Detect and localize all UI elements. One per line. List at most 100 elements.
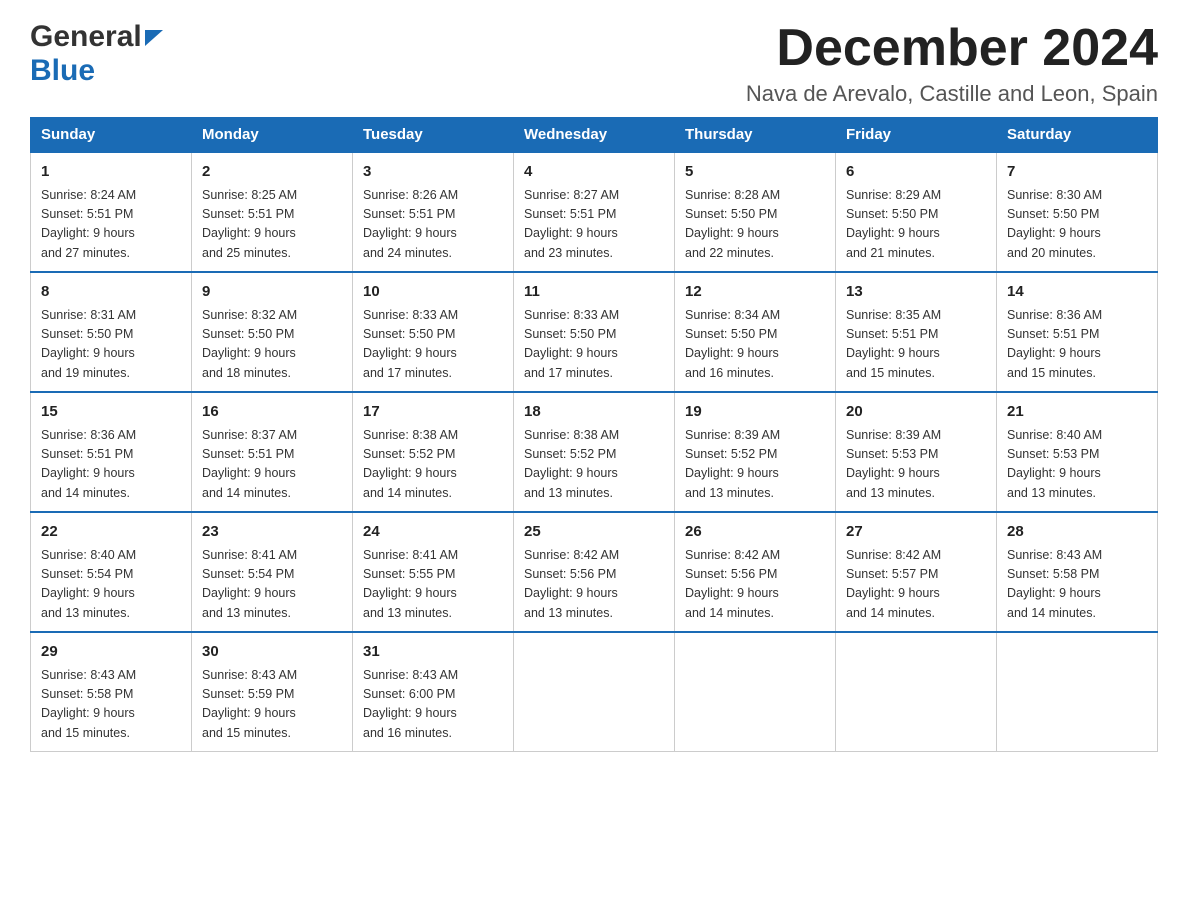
column-header-wednesday: Wednesday	[514, 118, 675, 153]
calendar-cell: 14Sunrise: 8:36 AM Sunset: 5:51 PM Dayli…	[997, 272, 1158, 392]
day-info: Sunrise: 8:41 AM Sunset: 5:55 PM Dayligh…	[363, 546, 503, 624]
day-number: 18	[524, 401, 664, 424]
logo-general: General	[30, 20, 142, 54]
day-info: Sunrise: 8:39 AM Sunset: 5:52 PM Dayligh…	[685, 426, 825, 504]
day-info: Sunrise: 8:32 AM Sunset: 5:50 PM Dayligh…	[202, 306, 342, 384]
day-info: Sunrise: 8:36 AM Sunset: 5:51 PM Dayligh…	[1007, 306, 1147, 384]
day-info: Sunrise: 8:37 AM Sunset: 5:51 PM Dayligh…	[202, 426, 342, 504]
day-info: Sunrise: 8:25 AM Sunset: 5:51 PM Dayligh…	[202, 186, 342, 264]
calendar-cell: 31Sunrise: 8:43 AM Sunset: 6:00 PM Dayli…	[353, 632, 514, 752]
day-info: Sunrise: 8:31 AM Sunset: 5:50 PM Dayligh…	[41, 306, 181, 384]
day-number: 23	[202, 521, 342, 544]
day-number: 31	[363, 641, 503, 664]
calendar-cell: 2Sunrise: 8:25 AM Sunset: 5:51 PM Daylig…	[192, 152, 353, 272]
calendar-cell: 16Sunrise: 8:37 AM Sunset: 5:51 PM Dayli…	[192, 392, 353, 512]
page-header: General Blue December 2024 Nava de Areva…	[30, 20, 1158, 107]
calendar-week-2: 8Sunrise: 8:31 AM Sunset: 5:50 PM Daylig…	[31, 272, 1158, 392]
day-info: Sunrise: 8:42 AM Sunset: 5:56 PM Dayligh…	[524, 546, 664, 624]
calendar-cell: 29Sunrise: 8:43 AM Sunset: 5:58 PM Dayli…	[31, 632, 192, 752]
calendar-cell: 4Sunrise: 8:27 AM Sunset: 5:51 PM Daylig…	[514, 152, 675, 272]
calendar-body: 1Sunrise: 8:24 AM Sunset: 5:51 PM Daylig…	[31, 152, 1158, 752]
day-number: 19	[685, 401, 825, 424]
column-header-monday: Monday	[192, 118, 353, 153]
calendar-header: SundayMondayTuesdayWednesdayThursdayFrid…	[31, 118, 1158, 153]
calendar-cell: 21Sunrise: 8:40 AM Sunset: 5:53 PM Dayli…	[997, 392, 1158, 512]
calendar-cell: 20Sunrise: 8:39 AM Sunset: 5:53 PM Dayli…	[836, 392, 997, 512]
day-info: Sunrise: 8:39 AM Sunset: 5:53 PM Dayligh…	[846, 426, 986, 504]
column-header-saturday: Saturday	[997, 118, 1158, 153]
day-number: 22	[41, 521, 181, 544]
day-number: 28	[1007, 521, 1147, 544]
column-header-friday: Friday	[836, 118, 997, 153]
logo-arrow-icon	[145, 30, 163, 51]
day-info: Sunrise: 8:36 AM Sunset: 5:51 PM Dayligh…	[41, 426, 181, 504]
calendar-cell: 15Sunrise: 8:36 AM Sunset: 5:51 PM Dayli…	[31, 392, 192, 512]
calendar-cell: 22Sunrise: 8:40 AM Sunset: 5:54 PM Dayli…	[31, 512, 192, 632]
main-title: December 2024	[746, 20, 1158, 77]
calendar-cell: 13Sunrise: 8:35 AM Sunset: 5:51 PM Dayli…	[836, 272, 997, 392]
day-number: 24	[363, 521, 503, 544]
calendar-cell: 9Sunrise: 8:32 AM Sunset: 5:50 PM Daylig…	[192, 272, 353, 392]
logo: General Blue	[30, 20, 163, 88]
day-info: Sunrise: 8:41 AM Sunset: 5:54 PM Dayligh…	[202, 546, 342, 624]
day-info: Sunrise: 8:26 AM Sunset: 5:51 PM Dayligh…	[363, 186, 503, 264]
calendar-cell: 11Sunrise: 8:33 AM Sunset: 5:50 PM Dayli…	[514, 272, 675, 392]
calendar-cell: 17Sunrise: 8:38 AM Sunset: 5:52 PM Dayli…	[353, 392, 514, 512]
calendar-cell	[514, 632, 675, 752]
column-header-sunday: Sunday	[31, 118, 192, 153]
calendar-cell	[675, 632, 836, 752]
calendar-cell: 24Sunrise: 8:41 AM Sunset: 5:55 PM Dayli…	[353, 512, 514, 632]
day-info: Sunrise: 8:35 AM Sunset: 5:51 PM Dayligh…	[846, 306, 986, 384]
day-info: Sunrise: 8:27 AM Sunset: 5:51 PM Dayligh…	[524, 186, 664, 264]
calendar-cell: 10Sunrise: 8:33 AM Sunset: 5:50 PM Dayli…	[353, 272, 514, 392]
day-info: Sunrise: 8:43 AM Sunset: 5:59 PM Dayligh…	[202, 666, 342, 744]
day-info: Sunrise: 8:33 AM Sunset: 5:50 PM Dayligh…	[363, 306, 503, 384]
calendar-cell: 1Sunrise: 8:24 AM Sunset: 5:51 PM Daylig…	[31, 152, 192, 272]
day-info: Sunrise: 8:33 AM Sunset: 5:50 PM Dayligh…	[524, 306, 664, 384]
day-info: Sunrise: 8:29 AM Sunset: 5:50 PM Dayligh…	[846, 186, 986, 264]
day-number: 29	[41, 641, 181, 664]
day-info: Sunrise: 8:42 AM Sunset: 5:56 PM Dayligh…	[685, 546, 825, 624]
day-number: 6	[846, 161, 986, 184]
day-info: Sunrise: 8:28 AM Sunset: 5:50 PM Dayligh…	[685, 186, 825, 264]
day-number: 9	[202, 281, 342, 304]
calendar-cell: 30Sunrise: 8:43 AM Sunset: 5:59 PM Dayli…	[192, 632, 353, 752]
day-number: 2	[202, 161, 342, 184]
title-block: December 2024 Nava de Arevalo, Castille …	[746, 20, 1158, 107]
calendar-cell: 3Sunrise: 8:26 AM Sunset: 5:51 PM Daylig…	[353, 152, 514, 272]
day-number: 12	[685, 281, 825, 304]
day-info: Sunrise: 8:43 AM Sunset: 5:58 PM Dayligh…	[41, 666, 181, 744]
calendar-week-3: 15Sunrise: 8:36 AM Sunset: 5:51 PM Dayli…	[31, 392, 1158, 512]
subtitle: Nava de Arevalo, Castille and Leon, Spai…	[746, 81, 1158, 107]
day-info: Sunrise: 8:40 AM Sunset: 5:54 PM Dayligh…	[41, 546, 181, 624]
day-number: 15	[41, 401, 181, 424]
calendar-cell: 27Sunrise: 8:42 AM Sunset: 5:57 PM Dayli…	[836, 512, 997, 632]
calendar-cell: 25Sunrise: 8:42 AM Sunset: 5:56 PM Dayli…	[514, 512, 675, 632]
day-info: Sunrise: 8:42 AM Sunset: 5:57 PM Dayligh…	[846, 546, 986, 624]
calendar-cell: 8Sunrise: 8:31 AM Sunset: 5:50 PM Daylig…	[31, 272, 192, 392]
day-info: Sunrise: 8:43 AM Sunset: 6:00 PM Dayligh…	[363, 666, 503, 744]
day-number: 13	[846, 281, 986, 304]
day-number: 5	[685, 161, 825, 184]
day-number: 8	[41, 281, 181, 304]
day-number: 1	[41, 161, 181, 184]
calendar-table: SundayMondayTuesdayWednesdayThursdayFrid…	[30, 117, 1158, 752]
calendar-week-1: 1Sunrise: 8:24 AM Sunset: 5:51 PM Daylig…	[31, 152, 1158, 272]
calendar-cell	[997, 632, 1158, 752]
logo-blue: Blue	[30, 54, 95, 87]
day-info: Sunrise: 8:24 AM Sunset: 5:51 PM Dayligh…	[41, 186, 181, 264]
day-info: Sunrise: 8:34 AM Sunset: 5:50 PM Dayligh…	[685, 306, 825, 384]
day-info: Sunrise: 8:43 AM Sunset: 5:58 PM Dayligh…	[1007, 546, 1147, 624]
header-row: SundayMondayTuesdayWednesdayThursdayFrid…	[31, 118, 1158, 153]
day-number: 20	[846, 401, 986, 424]
day-number: 25	[524, 521, 664, 544]
column-header-tuesday: Tuesday	[353, 118, 514, 153]
day-number: 21	[1007, 401, 1147, 424]
day-number: 30	[202, 641, 342, 664]
day-info: Sunrise: 8:38 AM Sunset: 5:52 PM Dayligh…	[524, 426, 664, 504]
day-info: Sunrise: 8:38 AM Sunset: 5:52 PM Dayligh…	[363, 426, 503, 504]
day-info: Sunrise: 8:30 AM Sunset: 5:50 PM Dayligh…	[1007, 186, 1147, 264]
calendar-cell: 28Sunrise: 8:43 AM Sunset: 5:58 PM Dayli…	[997, 512, 1158, 632]
day-number: 14	[1007, 281, 1147, 304]
calendar-cell: 7Sunrise: 8:30 AM Sunset: 5:50 PM Daylig…	[997, 152, 1158, 272]
